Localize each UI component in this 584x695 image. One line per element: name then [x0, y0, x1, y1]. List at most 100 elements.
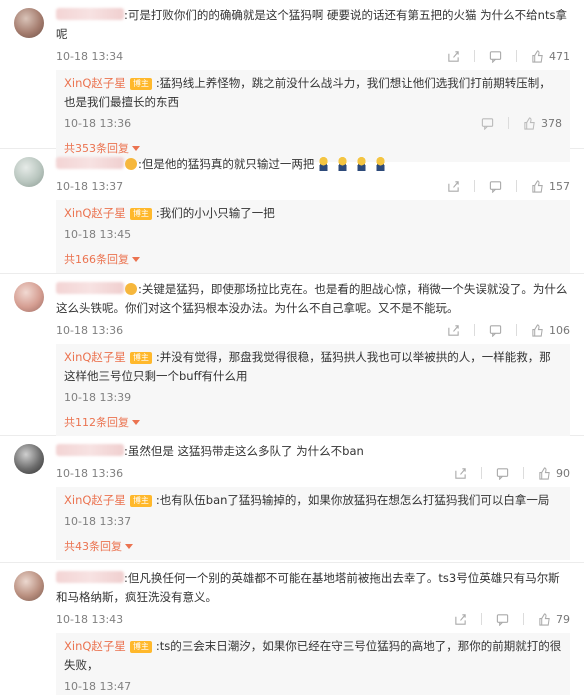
reply-meta: 10-18 13:36 378	[64, 112, 562, 134]
pray-emoji-icon	[336, 157, 350, 171]
share-button[interactable]	[454, 613, 467, 626]
avatar[interactable]	[14, 571, 44, 601]
username-blurred[interactable]	[56, 8, 124, 20]
comment-item: :虽然但是 这猛犸带走这么多队了 为什么不ban 10-18 13:36 90 …	[0, 436, 584, 563]
username-blurred[interactable]	[56, 157, 124, 169]
avatar[interactable]	[14, 444, 44, 474]
more-replies-wrap: 共43条回复	[56, 534, 570, 560]
pray-emoji-icon	[374, 157, 388, 171]
reply-author[interactable]: XinQ赵子星	[64, 76, 126, 90]
author-badge: 博主	[129, 352, 152, 364]
author-badge: 博主	[129, 78, 152, 90]
divider	[516, 180, 517, 192]
comment-content: :可是打败你们的的确确就是这个猛犸啊 硬要说的话还有第五把的火猫 为什么不给nt…	[56, 8, 567, 41]
reply-author[interactable]: XinQ赵子星	[64, 350, 126, 364]
comment-body: :但凡换任何一个别的英雄都不可能在基地塔前被拖出去幸了。ts3号位英雄只有马尔斯…	[56, 569, 570, 695]
reply-meta: 10-18 13:47	[64, 675, 562, 695]
more-replies-link[interactable]: 共43条回复	[64, 534, 570, 558]
comment-icon	[489, 324, 502, 337]
reply-button[interactable]	[496, 613, 509, 626]
comment-body: :但是他的猛犸真的就只输过一两把 10-18 13:37 157 XinQ赵子星…	[56, 155, 570, 273]
like-button[interactable]: 79	[538, 613, 570, 626]
thumbs-up-icon	[532, 49, 543, 63]
comment-body: :虽然但是 这猛犸带走这么多队了 为什么不ban 10-18 13:36 90 …	[56, 442, 570, 560]
reply-timestamp: 10-18 13:47	[64, 679, 132, 693]
like-count: 79	[556, 612, 570, 626]
share-icon	[455, 467, 466, 479]
reply-button[interactable]	[489, 50, 502, 63]
share-button[interactable]	[447, 324, 460, 337]
username-blurred[interactable]	[56, 444, 124, 456]
share-icon	[448, 180, 459, 192]
comment-body: :关键是猛犸，即使那场拉比克在。也是看的胆战心惊，稍微一个失误就没了。为什么这么…	[56, 280, 570, 436]
avatar[interactable]	[14, 8, 44, 38]
like-button[interactable]: 106	[531, 324, 570, 337]
more-replies-label: 共43条回复	[64, 540, 122, 553]
like-button[interactable]: 471	[531, 50, 570, 63]
reply-meta: 10-18 13:37	[64, 510, 562, 532]
reply-timestamp: 10-18 13:45	[64, 227, 132, 241]
like-button[interactable]: 90	[538, 467, 570, 480]
like-count: 471	[549, 49, 570, 63]
like-button[interactable]: 157	[531, 180, 570, 193]
reply-meta: 10-18 13:39	[64, 386, 562, 408]
author-badge: 博主	[129, 208, 152, 220]
reply-content: :我们的小小只输了一把	[155, 206, 275, 220]
reply-button[interactable]	[496, 467, 509, 480]
comment-meta: 10-18 13:43 79	[56, 607, 570, 631]
username-blurred[interactable]	[56, 571, 124, 583]
reply-timestamp: 10-18 13:36	[64, 116, 132, 130]
more-replies-link[interactable]: 共112条回复	[64, 410, 570, 434]
comment-item: :但是他的猛犸真的就只输过一两把 10-18 13:37 157 XinQ赵子星…	[0, 149, 584, 274]
reply-box: XinQ赵子星 博主:也有队伍ban了猛犸输掉的，如果你放猛犸在想怎么打猛犸我们可…	[56, 487, 570, 534]
comment-meta: 10-18 13:34 471	[56, 44, 570, 68]
comment-body: :可是打败你们的的确确就是这个猛犸啊 硬要说的话还有第五把的火猫 为什么不给nt…	[56, 6, 570, 162]
username-blurred[interactable]	[56, 282, 124, 294]
divider	[474, 324, 475, 336]
reply-button[interactable]	[489, 324, 502, 337]
author-badge: 博主	[129, 641, 152, 653]
avatar[interactable]	[14, 282, 44, 312]
comment-icon	[496, 467, 509, 480]
author-badge: 博主	[129, 495, 152, 507]
comment-actions: 471	[447, 50, 570, 63]
timestamp: 10-18 13:37	[56, 179, 124, 193]
avatar[interactable]	[14, 157, 44, 187]
reply-author[interactable]: XinQ赵子星	[64, 639, 126, 653]
share-button[interactable]	[454, 467, 467, 480]
like-count: 106	[549, 323, 570, 337]
comment-icon	[496, 613, 509, 626]
comment-text: :虽然但是 这猛犸带走这么多队了 为什么不ban	[56, 442, 570, 461]
reply-text: XinQ赵子星 博主:也有队伍ban了猛犸输掉的，如果你放猛犸在想怎么打猛犸我们可…	[64, 491, 562, 510]
comment-icon	[481, 117, 494, 130]
thumbs-up-icon	[539, 466, 550, 480]
share-button[interactable]	[447, 50, 460, 63]
caret-down-icon	[132, 256, 140, 262]
pray-emoji-icon	[317, 157, 331, 171]
divider	[523, 613, 524, 625]
divider	[474, 50, 475, 62]
more-replies-link[interactable]: 共166条回复	[64, 247, 570, 271]
comment-text: :可是打败你们的的确确就是这个猛犸啊 硬要说的话还有第五把的火猫 为什么不给nt…	[56, 6, 570, 44]
comment-meta: 10-18 13:36 90	[56, 461, 570, 485]
reply-author[interactable]: XinQ赵子星	[64, 206, 126, 220]
comment-item: :可是打败你们的的确确就是这个猛犸啊 硬要说的话还有第五把的火猫 为什么不给nt…	[0, 0, 584, 162]
reply-button[interactable]	[489, 180, 502, 193]
comment-text: :但是他的猛犸真的就只输过一两把	[56, 155, 570, 174]
share-icon	[448, 50, 459, 62]
reply-like-count: 378	[541, 116, 562, 130]
timestamp: 10-18 13:43	[56, 612, 124, 626]
comment-content: :但是他的猛犸真的就只输过一两把	[138, 157, 315, 171]
share-button[interactable]	[447, 180, 460, 193]
divider	[481, 613, 482, 625]
reply-box: XinQ赵子星 博主:并没有觉得，那盘我觉得很稳，猛犸拱人我也可以举被拱的人，一样…	[56, 344, 570, 410]
reply-like-button[interactable]: 378	[523, 117, 562, 130]
divider	[523, 467, 524, 479]
reply-comment-button[interactable]	[481, 117, 494, 130]
comment-meta: 10-18 13:36 106	[56, 318, 570, 342]
reply-author[interactable]: XinQ赵子星	[64, 493, 126, 507]
more-replies-wrap: 共166条回复	[56, 247, 570, 273]
reply-text: XinQ赵子星 博主:ts的三会末日潮汐，如果你已经在守三号位猛犸的高地了，那你的…	[64, 637, 562, 675]
reply-actions: 378	[481, 117, 562, 130]
divider	[516, 50, 517, 62]
